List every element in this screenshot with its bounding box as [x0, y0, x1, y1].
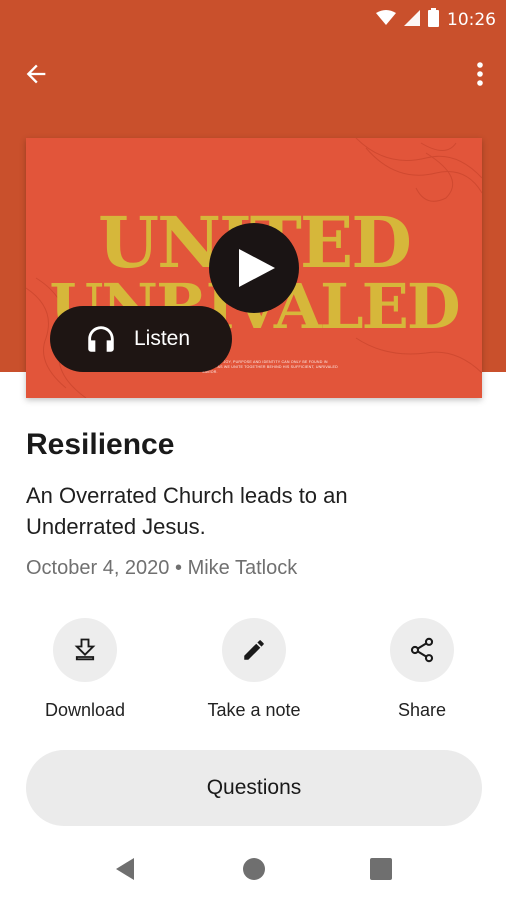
- signal-icon: [404, 9, 420, 31]
- share-icon: [410, 637, 434, 663]
- take-note-label: Take a note: [207, 700, 301, 720]
- share-label: Share: [397, 700, 447, 720]
- nav-recents-button[interactable]: [368, 856, 394, 882]
- back-button[interactable]: [22, 60, 54, 88]
- nav-home-button[interactable]: [241, 856, 267, 882]
- listen-label: Listen: [134, 327, 191, 350]
- nav-recents-icon: [370, 858, 392, 880]
- questions-button[interactable]: Questions: [26, 750, 482, 826]
- battery-icon: [428, 8, 439, 32]
- status-time: 10:26: [447, 10, 496, 30]
- wifi-icon: [376, 9, 396, 31]
- download-label: Download: [44, 700, 126, 720]
- sermon-date: October 4, 2020: [26, 557, 170, 579]
- note-icon-circle: [222, 618, 286, 682]
- pencil-icon: [244, 640, 264, 660]
- more-vert-icon: [477, 62, 483, 86]
- sermon-meta: October 4, 2020 • Mike Tatlock: [26, 557, 297, 580]
- play-icon: [239, 249, 275, 287]
- download-icon-circle: [53, 618, 117, 682]
- meta-separator: •: [175, 557, 183, 579]
- share-icon-circle: [390, 618, 454, 682]
- artwork-fine-print: OUR TRUE JOY, PURPOSE AND IDENTITY CAN O…: [202, 360, 338, 374]
- play-button[interactable]: [209, 223, 299, 313]
- listen-button[interactable]: Listen: [50, 306, 232, 372]
- take-note-button[interactable]: Take a note: [194, 618, 314, 721]
- headphones-icon: [88, 326, 114, 352]
- system-nav-bar: [0, 838, 506, 900]
- sermon-title: Resilience: [26, 428, 175, 461]
- more-options-button[interactable]: [472, 60, 488, 88]
- nav-back-icon: [116, 858, 134, 880]
- nav-back-button[interactable]: [112, 856, 138, 882]
- app-bar: [0, 50, 506, 98]
- sermon-speaker: Mike Tatlock: [187, 557, 298, 579]
- download-icon: [74, 638, 96, 661]
- download-button[interactable]: Download: [25, 618, 145, 721]
- sermon-subtitle: An Overrated Church leads to an Underrat…: [26, 483, 348, 539]
- nav-home-icon: [243, 858, 265, 880]
- share-button[interactable]: Share: [362, 618, 482, 721]
- status-bar: 10:26: [0, 0, 506, 36]
- arrow-back-icon: [26, 64, 46, 84]
